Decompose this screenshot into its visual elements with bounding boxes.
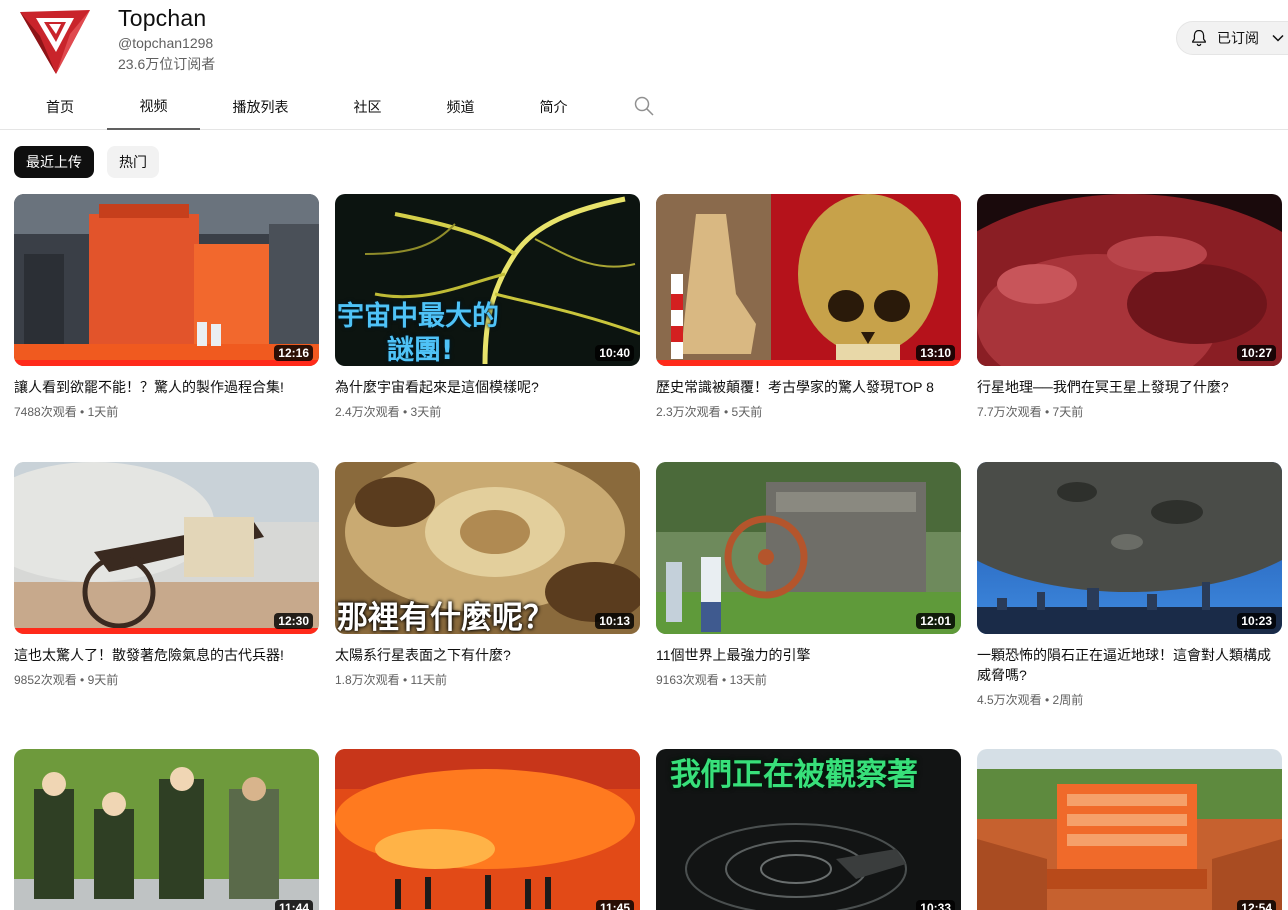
tab-home[interactable]: 首页 — [14, 84, 106, 130]
channel-name: Topchan — [118, 5, 207, 31]
subscribed-label: 已订阅 — [1217, 30, 1259, 46]
video-thumbnail[interactable]: 12:01 — [656, 462, 961, 634]
video-title[interactable]: 11個世界上最強力的引擎 — [656, 645, 961, 665]
video-meta: 1.8万次观看 • 11天前 — [335, 673, 448, 687]
video-thumbnail[interactable]: 10:23 — [977, 462, 1282, 634]
video-thumbnail[interactable]: 12:54 — [977, 749, 1282, 910]
video-thumbnail[interactable]: 我們正在被觀察著 10:33 — [656, 749, 961, 910]
tab-community[interactable]: 社区 — [321, 84, 414, 130]
video-title[interactable]: 歷史常識被顛覆！考古學家的驚人發現TOP 8 — [656, 377, 961, 397]
video-card[interactable]: 13:10 歷史常識被顛覆！考古學家的驚人發現TOP 8 2.3万次观看 • 5… — [656, 194, 961, 420]
chip-latest[interactable]: 最近上传 — [14, 146, 94, 178]
search-icon[interactable] — [633, 95, 655, 117]
video-card[interactable]: 我們正在被觀察著 10:33 — [656, 749, 961, 910]
video-card[interactable]: 10:27 行星地理──我們在冥王星上發現了什麼? 7.7万次观看 • 7天前 — [977, 194, 1282, 420]
video-thumbnail[interactable]: 11:45 — [335, 749, 640, 910]
video-meta: 9852次观看 • 9天前 — [14, 673, 119, 687]
video-title[interactable]: 太陽系行星表面之下有什麼? — [335, 645, 640, 665]
subscribed-button[interactable]: 已订阅 — [1176, 21, 1288, 55]
tab-channels[interactable]: 频道 — [414, 84, 507, 130]
tab-videos[interactable]: 视频 — [107, 84, 200, 130]
channel-avatar[interactable] — [16, 6, 94, 76]
thumbnail-caption: 那裡有什麼呢？ — [337, 600, 554, 634]
video-card[interactable]: 11:44 — [14, 749, 319, 910]
video-meta: 2.4万次观看 • 3天前 — [335, 405, 442, 419]
video-thumbnail[interactable]: 13:10 — [656, 194, 961, 366]
chevron-down-icon — [1272, 34, 1284, 42]
video-thumbnail[interactable]: 12:16 — [14, 194, 319, 366]
video-meta: 7.7万次观看 • 7天前 — [977, 405, 1084, 419]
tab-about[interactable]: 简介 — [507, 84, 600, 130]
thumbnail-caption: 我們正在被觀察著 — [670, 757, 918, 793]
tab-playlists[interactable]: 播放列表 — [214, 84, 307, 130]
video-card[interactable]: 12:01 11個世界上最強力的引擎 9163次观看 • 13天前 — [656, 462, 961, 688]
thumbnail-caption: 謎團! — [387, 335, 454, 366]
chip-popular[interactable]: 热门 — [107, 146, 159, 178]
video-duration: 10:13 — [595, 613, 634, 629]
video-card[interactable]: 12:16 讓人看到欲罷不能！？驚人的製作過程合集! 7488次观看 • 1天前 — [14, 194, 319, 420]
video-duration: 13:10 — [916, 345, 955, 361]
video-thumbnail[interactable]: 10:27 — [977, 194, 1282, 366]
video-duration: 12:30 — [274, 613, 313, 629]
video-meta: 2.3万次观看 • 5天前 — [656, 405, 763, 419]
video-duration: 10:23 — [1237, 613, 1276, 629]
video-title[interactable]: 這也太驚人了！散發著危險氣息的古代兵器! — [14, 645, 319, 665]
video-card[interactable]: 12:30 這也太驚人了！散發著危險氣息的古代兵器! 9852次观看 • 9天前 — [14, 462, 319, 688]
video-thumbnail[interactable]: 11:44 — [14, 749, 319, 910]
video-duration: 12:01 — [916, 613, 955, 629]
video-title[interactable]: 一顆恐怖的隕石正在逼近地球！這會對人類構成威脅嗎? — [977, 645, 1282, 685]
video-meta: 4.5万次观看 • 2周前 — [977, 693, 1084, 707]
channel-tabs: 首页 视频 播放列表 社区 频道 简介 — [0, 84, 1288, 130]
video-duration: 10:40 — [595, 345, 634, 361]
video-meta: 7488次观看 • 1天前 — [14, 405, 119, 419]
video-card[interactable]: 10:23 一顆恐怖的隕石正在逼近地球！這會對人類構成威脅嗎? 4.5万次观看 … — [977, 462, 1282, 708]
video-duration: 11:45 — [595, 900, 634, 910]
video-duration: 12:54 — [1237, 900, 1276, 910]
channel-handle: @topchan1298 — [118, 35, 214, 51]
video-title[interactable]: 讓人看到欲罷不能！？驚人的製作過程合集! — [14, 377, 319, 397]
video-title[interactable]: 行星地理──我們在冥王星上發現了什麼? — [977, 377, 1282, 397]
bell-icon — [1192, 29, 1206, 47]
channel-header: Topchan @topchan1298 23.6万位订阅者 已订阅 — [0, 0, 1288, 82]
channel-page: Topchan @topchan1298 23.6万位订阅者 已订阅 首页 视频… — [0, 0, 1288, 910]
video-card[interactable]: 11:45 — [335, 749, 640, 910]
video-card[interactable]: 12:54 — [977, 749, 1282, 910]
video-title[interactable]: 為什麼宇宙看起來是這個模樣呢? — [335, 377, 640, 397]
video-meta: 9163次观看 • 13天前 — [656, 673, 767, 687]
video-duration: 11:44 — [274, 900, 313, 910]
video-thumbnail[interactable]: 那裡有什麼呢？ 10:13 — [335, 462, 640, 634]
video-duration: 12:16 — [274, 345, 313, 361]
video-card[interactable]: 那裡有什麼呢？ 10:13 太陽系行星表面之下有什麼? 1.8万次观看 • 11… — [335, 462, 640, 688]
video-card[interactable]: 宇宙中最大的 謎團! 10:40 為什麼宇宙看起來是這個模樣呢? 2.4万次观看… — [335, 194, 640, 420]
video-duration: 10:27 — [1237, 345, 1276, 361]
subscriber-count: 23.6万位订阅者 — [118, 56, 216, 72]
video-duration: 10:33 — [916, 900, 955, 910]
video-thumbnail[interactable]: 12:30 — [14, 462, 319, 634]
video-thumbnail[interactable]: 宇宙中最大的 謎團! 10:40 — [335, 194, 640, 366]
